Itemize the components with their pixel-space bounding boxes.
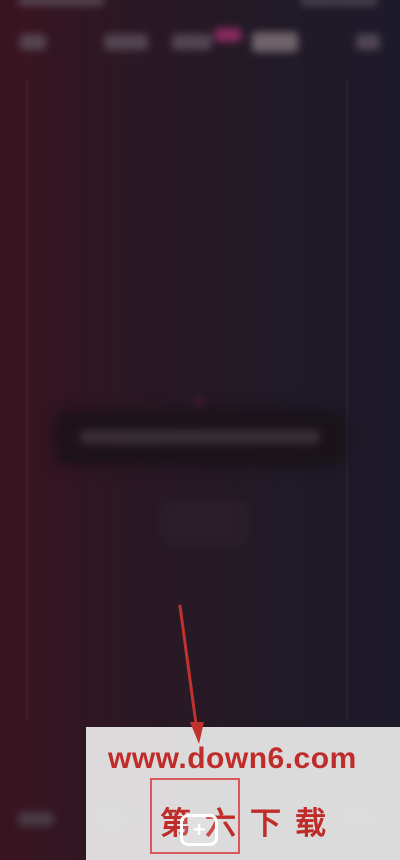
nav-tab-active[interactable]: [252, 32, 298, 52]
center-banner-text-placeholder: [80, 430, 320, 444]
status-bar-icons-placeholder: [300, 0, 378, 6]
center-banner: [58, 414, 342, 462]
top-nav[interactable]: [0, 24, 400, 64]
nav-tab-2[interactable]: [104, 34, 148, 50]
center-faint-shape: [160, 500, 250, 546]
center-indicator-dot: [195, 398, 203, 406]
watermark-url: www.down6.com: [108, 742, 357, 775]
divider-right: [346, 80, 348, 720]
nav-indicator: [214, 28, 242, 42]
status-bar-time-placeholder: [18, 0, 104, 6]
nav-menu-icon[interactable]: [356, 34, 380, 50]
bottom-bar-item-left[interactable]: [18, 812, 54, 826]
status-bar: [0, 0, 400, 14]
divider-left: [26, 80, 28, 720]
add-button[interactable]: +: [180, 814, 218, 846]
nav-tab-3[interactable]: [172, 34, 212, 50]
arrow-shaft: [178, 604, 198, 726]
nav-tab-1[interactable]: [20, 34, 46, 50]
plus-square-icon: +: [192, 817, 206, 842]
